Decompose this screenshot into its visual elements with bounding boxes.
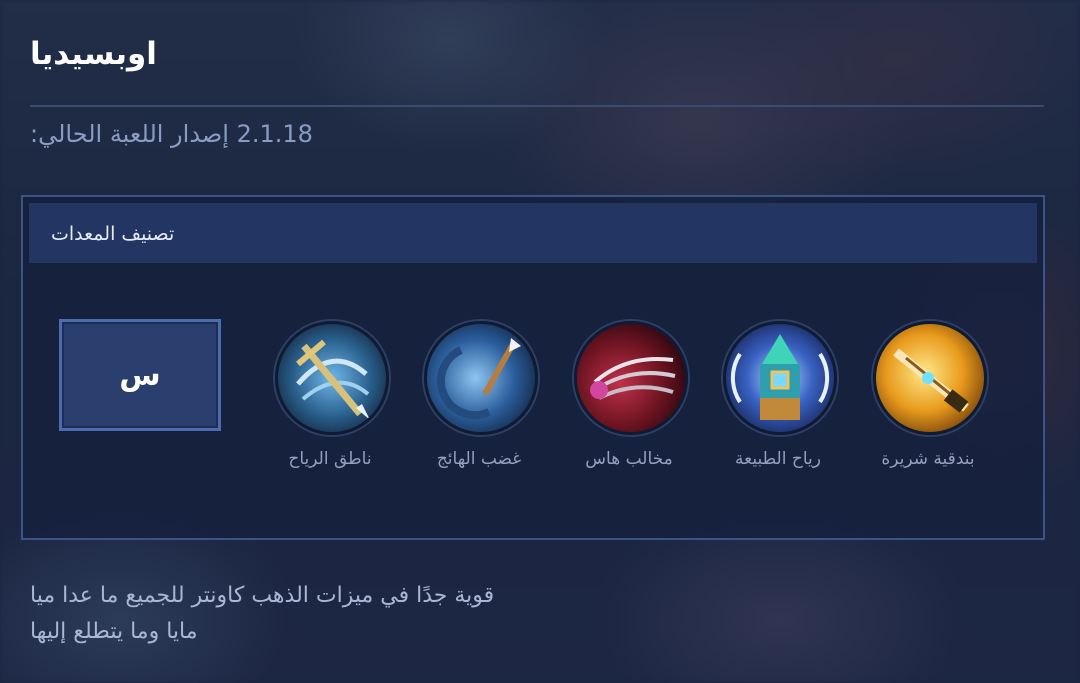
haas-claws-icon — [574, 321, 688, 435]
demon-hunter-rifle-icon — [873, 321, 987, 435]
wind-of-nature-icon — [723, 321, 837, 435]
equipment-item-name: بندقية شريرة — [881, 449, 975, 469]
berserkers-fury-icon — [424, 321, 538, 435]
equipment-item-name: غضب الهائج — [436, 449, 522, 469]
tier-badge-label: س — [119, 357, 161, 393]
description-line: مايا وما يتطلع إليها — [30, 619, 198, 644]
panel-header: تصنيف المعدات — [29, 203, 1037, 263]
game-version-label: 2.1.18 إصدار اللعبة الحالي: — [30, 120, 313, 148]
page-title: اوبسيديا — [30, 36, 157, 72]
equipment-tier-panel: تصنيف المعدات س ناطق الرياح غضب الهائج م… — [21, 195, 1045, 540]
description-line: قوية جدًا في ميزات الذهب كاونتر للجميع م… — [30, 583, 495, 608]
hero-description: قوية جدًا في ميزات الذهب كاونتر للجميع م… — [30, 578, 650, 650]
panel-header-label: تصنيف المعدات — [51, 223, 175, 245]
title-divider — [30, 105, 1044, 107]
tier-badge: س — [59, 319, 221, 431]
equipment-item-name: مخالب هاس — [585, 449, 673, 469]
equipment-item-name: ناطق الرياح — [288, 449, 372, 469]
wind-talker-icon — [275, 321, 389, 435]
equipment-item-name: رياح الطبيعة — [735, 449, 821, 469]
